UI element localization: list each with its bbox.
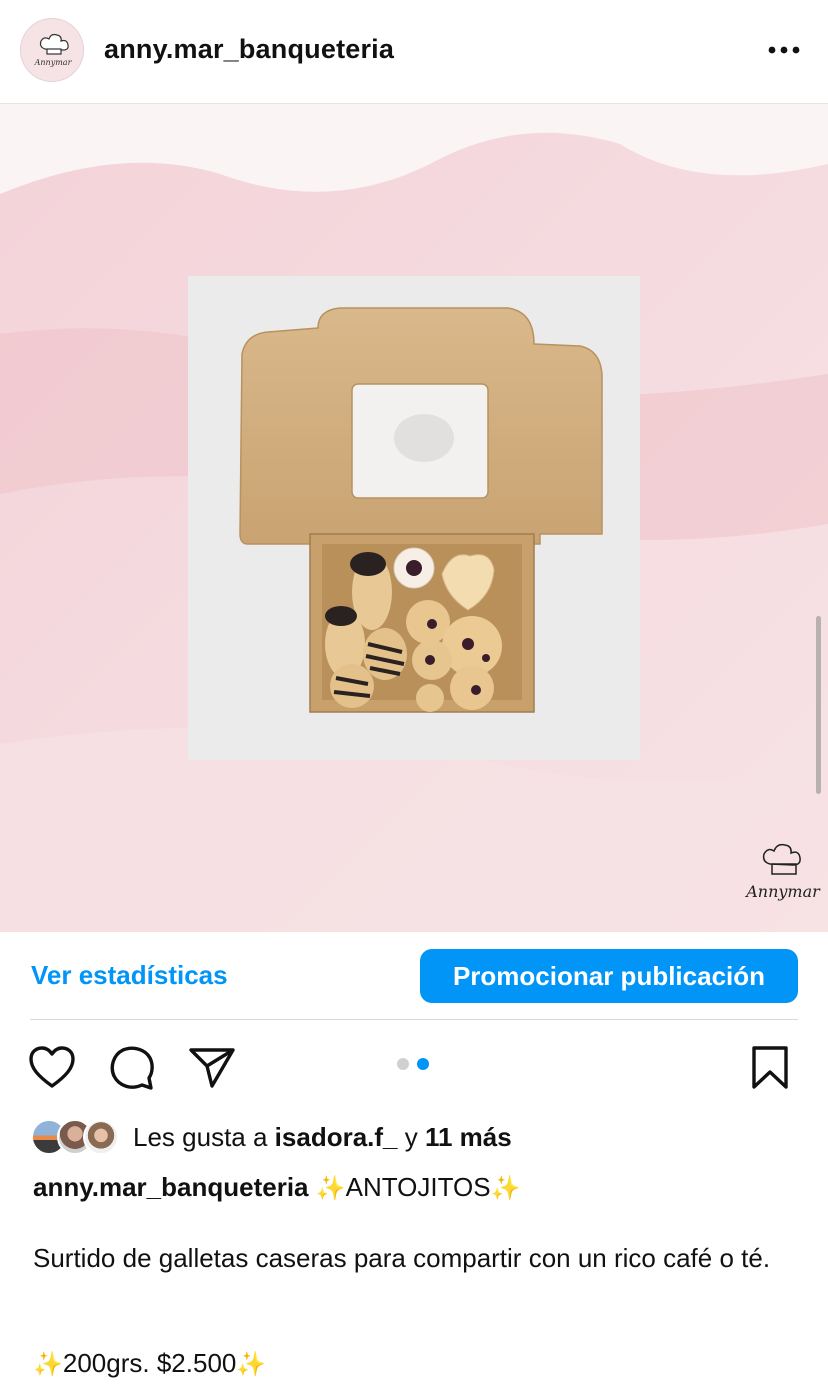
- caption-price-line: ✨200grs. $2.500✨: [33, 1346, 803, 1382]
- watermark-brand: Annymar: [744, 882, 821, 901]
- carousel-dot: [397, 1058, 409, 1070]
- scrollbar[interactable]: [816, 616, 821, 794]
- actions-divider: [30, 1019, 798, 1020]
- likes-conjunction: y: [404, 1122, 418, 1152]
- avatar-brand: Annymar: [34, 58, 73, 67]
- comment-icon[interactable]: [108, 1045, 156, 1091]
- post-username[interactable]: anny.mar_banqueteria: [104, 34, 394, 65]
- sparkles-icon: ✨: [236, 1351, 267, 1378]
- share-icon[interactable]: [188, 1046, 236, 1090]
- caption-price: 200grs. $2.500: [62, 1348, 237, 1378]
- likes-prefix: Les gusta a: [133, 1122, 268, 1152]
- post-photo: Annymar: [0, 104, 828, 932]
- caption-line: Surtido de galletas caseras para compart…: [33, 1243, 771, 1273]
- likes-others[interactable]: 11 más: [425, 1122, 512, 1152]
- carousel-dot-active: [417, 1058, 429, 1070]
- more-horizontal-icon[interactable]: [760, 32, 808, 68]
- caption-username[interactable]: anny.mar_banqueteria: [33, 1172, 309, 1202]
- liker-avatars[interactable]: [31, 1119, 121, 1155]
- likes-user[interactable]: isadora.f_: [275, 1122, 398, 1152]
- liker-avatar: [83, 1119, 119, 1155]
- caption-header: anny.mar_banqueteria ✨ANTOJITOS✨: [33, 1170, 803, 1206]
- profile-avatar[interactable]: Annymar: [20, 18, 84, 82]
- caption-title: ANTOJITOS: [345, 1172, 491, 1202]
- view-insights-link[interactable]: Ver estadísticas: [31, 960, 228, 991]
- sparkles-icon: ✨: [33, 1351, 63, 1378]
- bookmark-icon[interactable]: [750, 1045, 790, 1091]
- post-image[interactable]: Annymar: [0, 104, 828, 932]
- sparkles-icon: ✨: [490, 1175, 521, 1202]
- carousel-indicator: [397, 1058, 429, 1070]
- heart-icon[interactable]: [28, 1046, 76, 1090]
- sparkles-icon: ✨: [315, 1175, 346, 1202]
- promote-button[interactable]: Promocionar publicación: [420, 949, 798, 1003]
- post-header: Annymar anny.mar_banqueteria: [0, 0, 828, 103]
- likes-summary[interactable]: Les gusta a isadora.f_ y 11 más: [133, 1122, 512, 1153]
- chef-hat-icon: Annymar: [34, 33, 73, 67]
